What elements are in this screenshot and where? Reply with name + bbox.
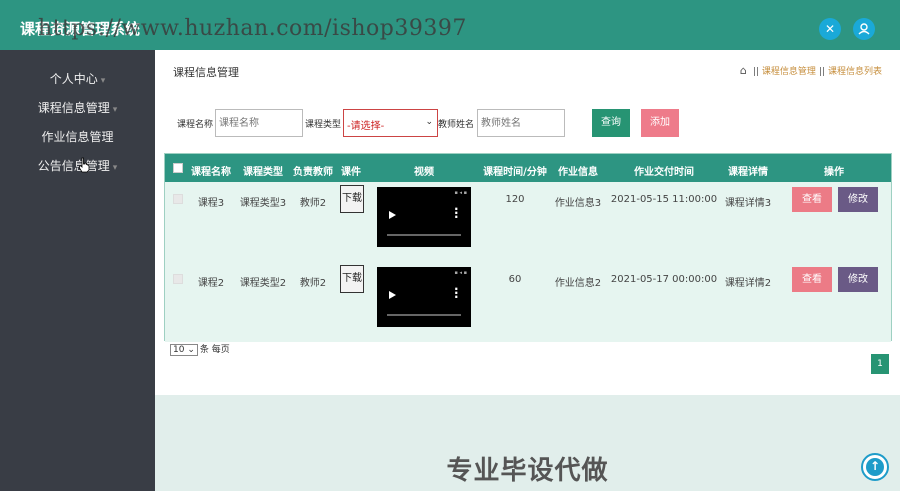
breadcrumb-item: 课程信息列表: [827, 67, 882, 77]
chevron-down-icon: ⌄: [425, 117, 433, 127]
table-header: 课程名称 课程类型 负责教师 课件 视频 课程时间/分钟 作业信息 作业交付时间…: [165, 154, 891, 182]
column-header: 课件: [341, 167, 361, 178]
download-button[interactable]: 下载: [340, 185, 364, 213]
top-bar: 课程资源管理系统 https://www.huzhan.com/ishop393…: [0, 0, 900, 50]
course-type-cell: 课程类型3: [239, 198, 287, 209]
video-progress-bar[interactable]: [387, 314, 461, 316]
column-header: 课程详情: [728, 167, 768, 178]
course-type-selected: -请选择-: [347, 121, 385, 132]
table-row: 课程2 课程类型2 教师2 下载 ▪ ◂ ▪ · · · 60 作业信息2 2021…: [165, 262, 891, 342]
chevron-down-icon: ▾: [112, 105, 118, 115]
course-type-label: 课程类型: [305, 120, 342, 130]
view-button[interactable]: 查看: [792, 267, 832, 292]
more-options-icon[interactable]: · · ·: [454, 203, 459, 223]
course-name-cell: 课程3: [197, 198, 225, 209]
column-header: 作业交付时间: [634, 167, 694, 178]
course-type-select[interactable]: -请选择- ⌄: [343, 109, 438, 137]
view-button[interactable]: 查看: [792, 187, 832, 212]
scroll-to-top-button[interactable]: ↑: [861, 453, 889, 481]
user-icon[interactable]: [853, 18, 875, 40]
detail-cell: 课程详情2: [724, 278, 772, 289]
shrink-icon[interactable]: ✕: [819, 18, 841, 40]
teacher-cell: 教师2: [299, 278, 327, 289]
page-size-value: 10: [173, 345, 185, 355]
edit-button[interactable]: 修改: [838, 267, 878, 292]
homework-cell: 作业信息2: [554, 278, 602, 289]
query-button[interactable]: 查询: [592, 109, 630, 137]
watermark-url: https://www.huzhan.com/ishop39397: [38, 16, 467, 41]
minutes-cell: 120: [505, 194, 525, 205]
add-button[interactable]: 添加: [641, 109, 679, 137]
sidebar: 个人中心 ▾ 课程信息管理 ▾ 作业信息管理 公告信息管理 ▾: [0, 50, 155, 491]
more-options-icon[interactable]: · · ·: [454, 283, 459, 303]
video-progress-bar[interactable]: [387, 234, 461, 236]
page-size-control: 10 ⌄ 条 每页: [170, 342, 230, 356]
page-number-button[interactable]: 1: [871, 354, 889, 374]
due-time-cell: 2021-05-17 00:00:00: [610, 274, 718, 285]
video-player[interactable]: ▪ ◂ ▪ · · ·: [377, 267, 471, 327]
teacher-name-input[interactable]: [477, 109, 565, 137]
sidebar-item-label: 个人中心: [49, 72, 98, 86]
sidebar-item-label: 作业信息管理: [41, 130, 114, 144]
course-name-cell: 课程2: [197, 278, 225, 289]
main-content: 课程信息管理 ⌂||课程信息管理||课程信息列表 课程名称 课程类型 -请选择-…: [155, 50, 900, 491]
home-icon[interactable]: ⌂: [740, 64, 747, 77]
minutes-cell: 60: [508, 274, 522, 285]
due-time-cell: 2021-05-15 11:00:00: [610, 194, 718, 205]
video-status-icon: ▪ ◂ ▪: [454, 190, 467, 196]
sidebar-item-course[interactable]: 课程信息管理 ▾: [0, 99, 155, 116]
sidebar-item-homework[interactable]: 作业信息管理: [0, 128, 155, 145]
download-button[interactable]: 下载: [340, 265, 364, 293]
teacher-cell: 教师2: [299, 198, 327, 209]
course-table: 课程名称 课程类型 负责教师 课件 视频 课程时间/分钟 作业信息 作业交付时间…: [164, 153, 892, 342]
hand-cursor-icon: [79, 157, 90, 173]
homework-cell: 作业信息3: [554, 198, 602, 209]
breadcrumb-item[interactable]: 课程信息管理: [762, 67, 816, 77]
course-name-label: 课程名称: [177, 120, 214, 130]
course-type-cell: 课程类型2: [239, 278, 287, 289]
page-title: 课程信息管理: [173, 66, 239, 79]
footer: 专业毕设代做 ↑: [155, 395, 900, 491]
course-name-input[interactable]: [215, 109, 303, 137]
breadcrumb: ⌂ || 课程信息管理 || 课程信息列表: [739, 64, 882, 77]
column-header: 负责教师: [293, 167, 333, 178]
column-header: 课程类型: [243, 167, 283, 178]
table-row: 课程3 课程类型3 教师2 下载 ▪ ◂ ▪ · · · 120 作业信息3 202…: [165, 182, 891, 262]
row-checkbox[interactable]: [173, 274, 183, 284]
column-header: 视频: [414, 167, 434, 178]
detail-cell: 课程详情3: [724, 198, 772, 209]
chevron-down-icon: ▾: [100, 76, 106, 86]
select-all-checkbox[interactable]: [173, 163, 183, 173]
page-size-suffix: 条 每页: [199, 345, 230, 355]
play-icon[interactable]: [389, 211, 396, 219]
arrow-up-icon: ↑: [866, 458, 884, 476]
chevron-down-icon: ▾: [112, 163, 118, 173]
edit-button[interactable]: 修改: [838, 187, 878, 212]
column-header: 操作: [824, 167, 844, 178]
sidebar-item-label: 公告信息管理: [37, 159, 110, 173]
video-status-icon: ▪ ◂ ▪: [454, 270, 467, 276]
sidebar-item-profile[interactable]: 个人中心 ▾: [0, 70, 155, 87]
footer-banner: 专业毕设代做: [446, 456, 609, 486]
video-player[interactable]: ▪ ◂ ▪ · · ·: [377, 187, 471, 247]
sidebar-item-label: 课程信息管理: [37, 101, 110, 115]
teacher-name-label: 教师姓名: [438, 120, 475, 130]
column-header: 课程时间/分钟: [483, 167, 547, 178]
row-checkbox[interactable]: [173, 194, 183, 204]
page-size-select[interactable]: 10 ⌄: [170, 344, 198, 356]
column-header: 课程名称: [191, 167, 231, 178]
column-header: 作业信息: [558, 167, 598, 178]
play-icon[interactable]: [389, 291, 396, 299]
